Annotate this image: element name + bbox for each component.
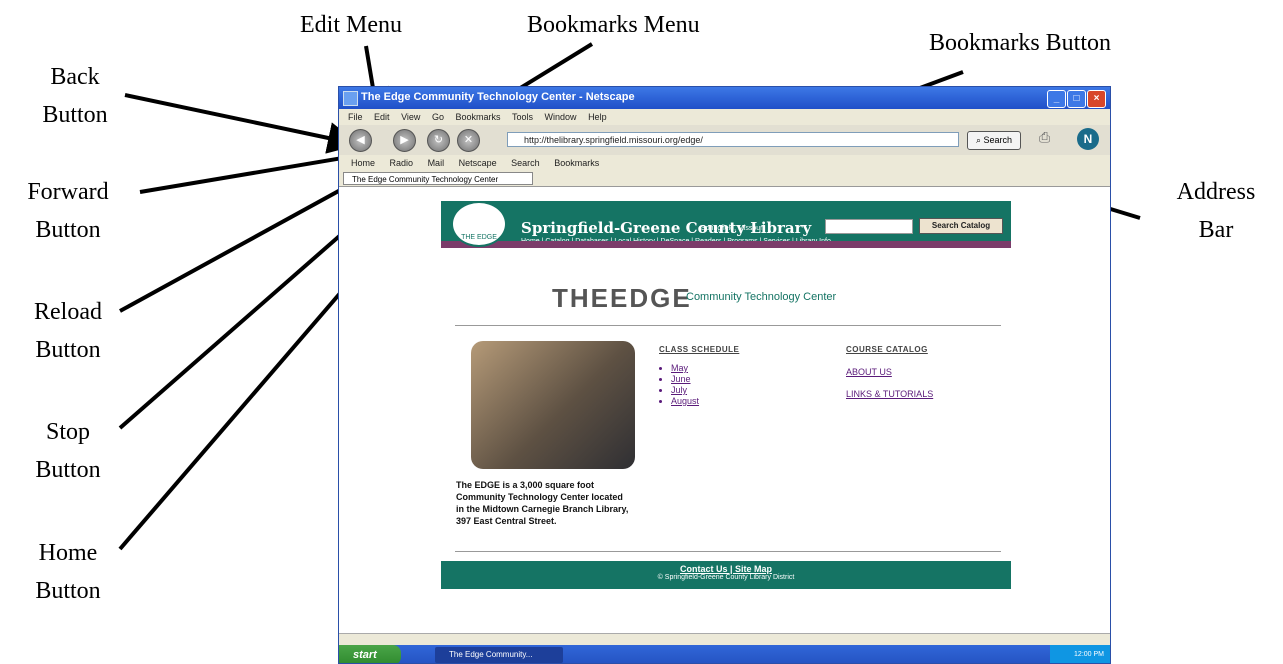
menu-file[interactable]: File bbox=[348, 109, 363, 125]
clock: 12:00 PM bbox=[1074, 651, 1104, 658]
callout-line: Reload bbox=[34, 299, 102, 325]
back-button[interactable]: ◀ bbox=[349, 129, 372, 152]
footer-copyright[interactable]: © Springfield-Greene County Library Dist… bbox=[441, 574, 1011, 581]
address-bar[interactable]: http://thelibrary.springfield.missouri.o… bbox=[507, 132, 959, 147]
class-schedule-heading: CLASS SCHEDULE bbox=[659, 345, 740, 354]
callout-line: Stop bbox=[45, 419, 90, 445]
edge-description: The EDGE is a 3,000 square foot Communit… bbox=[456, 480, 629, 526]
toolbar-mail[interactable]: Mail bbox=[428, 155, 445, 171]
tab-bar: The Edge Community Technology Center bbox=[339, 171, 1110, 187]
callout-edit-menu: Edit Menu bbox=[300, 12, 402, 38]
menu-edit[interactable]: Edit bbox=[374, 109, 390, 125]
menu-bookmarks[interactable]: Bookmarks bbox=[455, 109, 500, 125]
divider bbox=[455, 551, 1001, 552]
netscape-logo-icon: N bbox=[1077, 128, 1099, 150]
site-footer: Contact Us | Site Map © Springfield-Gree… bbox=[441, 561, 1011, 589]
edge-logo: THEEDGE bbox=[552, 283, 692, 313]
callout-line: Home bbox=[38, 540, 98, 566]
maximize-icon[interactable]: □ bbox=[1067, 90, 1086, 108]
month-link[interactable]: July bbox=[671, 385, 687, 395]
arrow-back bbox=[124, 93, 360, 154]
footer-links[interactable]: Contact Us | Site Map bbox=[441, 564, 1011, 574]
toolbar-search[interactable]: Search bbox=[511, 155, 540, 171]
search-button[interactable]: ⌕ Search bbox=[967, 131, 1021, 150]
month-list: May June July August bbox=[661, 363, 699, 407]
toolbar-radio[interactable]: Radio bbox=[390, 155, 414, 171]
callout-reload-button: Reload Button bbox=[18, 293, 118, 369]
callout-address-bar: Address Bar bbox=[1164, 173, 1268, 249]
library-city: Springfield, Missouri bbox=[701, 225, 765, 232]
course-catalog-link[interactable]: COURSE CATALOG bbox=[846, 345, 928, 354]
browser-window: The Edge Community Technology Center - N… bbox=[338, 86, 1111, 664]
callout-line: Bar bbox=[1198, 217, 1234, 243]
computer-lab-photo bbox=[471, 341, 635, 469]
title-bar: The Edge Community Technology Center - N… bbox=[339, 87, 1110, 109]
callout-bookmarks-button: Bookmarks Button bbox=[929, 30, 1112, 56]
search-catalog-button[interactable]: Search Catalog bbox=[919, 218, 1003, 234]
menu-tools[interactable]: Tools bbox=[512, 109, 533, 125]
callout-forward-button: Forward Button bbox=[6, 173, 130, 249]
personal-toolbar: Home Radio Mail Netscape Search Bookmark… bbox=[339, 155, 1110, 171]
menu-go[interactable]: Go bbox=[432, 109, 444, 125]
menu-help[interactable]: Help bbox=[588, 109, 607, 125]
windows-taskbar: start The Edge Community... 12:00 PM bbox=[339, 645, 1110, 663]
search-button-label: Search bbox=[983, 135, 1013, 145]
callout-line: Button bbox=[35, 578, 101, 604]
month-link[interactable]: May bbox=[671, 363, 688, 373]
banner-subbar bbox=[441, 241, 1011, 248]
list-item[interactable]: August bbox=[671, 396, 699, 407]
library-banner: Springfield-Greene County Library Spring… bbox=[441, 201, 1011, 245]
window-title: The Edge Community Technology Center - N… bbox=[361, 91, 635, 103]
close-icon[interactable]: × bbox=[1087, 90, 1106, 108]
library-name[interactable]: Springfield-Greene County Library bbox=[521, 219, 811, 237]
callout-bookmarks-menu: Bookmarks Menu bbox=[527, 12, 700, 38]
callout-line: Button bbox=[35, 337, 101, 363]
list-item[interactable]: July bbox=[671, 385, 699, 396]
print-icon[interactable]: ⎙ bbox=[1039, 129, 1061, 149]
callout-home-button: Home Button bbox=[22, 534, 114, 610]
tab-edge[interactable]: The Edge Community Technology Center bbox=[343, 172, 533, 185]
list-item[interactable]: June bbox=[671, 374, 699, 385]
edge-small-logo[interactable]: THE EDGE bbox=[451, 201, 507, 247]
links-tutorials-link[interactable]: LINKS & TUTORIALS bbox=[846, 389, 933, 399]
divider bbox=[455, 325, 1001, 326]
stop-button[interactable]: ✕ bbox=[457, 129, 480, 152]
start-button[interactable]: start bbox=[339, 645, 401, 663]
toolbar-netscape[interactable]: Netscape bbox=[459, 155, 497, 171]
taskbar-item[interactable]: The Edge Community... bbox=[435, 647, 563, 663]
navigation-toolbar: ◀ ▶ ↻ ✕ http://thelibrary.springfield.mi… bbox=[339, 125, 1110, 155]
menu-view[interactable]: View bbox=[401, 109, 420, 125]
callout-line: Button bbox=[35, 217, 101, 243]
search-icon: ⌕ bbox=[975, 135, 981, 145]
system-tray: 12:00 PM bbox=[1050, 645, 1110, 663]
callout-back-button: Back Button bbox=[40, 58, 110, 134]
callout-line: Button bbox=[35, 457, 101, 483]
minimize-icon[interactable]: _ bbox=[1047, 90, 1066, 108]
menu-bar: File Edit View Go Bookmarks Tools Window… bbox=[339, 109, 1110, 125]
toolbar-bookmarks[interactable]: Bookmarks bbox=[554, 155, 599, 171]
month-link[interactable]: June bbox=[671, 374, 691, 384]
callout-line: Back bbox=[50, 64, 100, 90]
callout-line: Button bbox=[42, 102, 108, 128]
callout-stop-button: Stop Button bbox=[22, 413, 114, 489]
callout-line: Forward bbox=[27, 179, 109, 205]
page-content: Springfield-Greene County Library Spring… bbox=[339, 187, 1110, 633]
menu-window[interactable]: Window bbox=[545, 109, 577, 125]
edge-small-logo-text: THE EDGE bbox=[461, 234, 497, 241]
edge-subtitle: Community Technology Center bbox=[686, 291, 837, 303]
reload-button[interactable]: ↻ bbox=[427, 129, 450, 152]
netscape-window-icon bbox=[343, 91, 358, 106]
catalog-search-input[interactable] bbox=[825, 219, 913, 234]
list-item[interactable]: May bbox=[671, 363, 699, 374]
month-link[interactable]: August bbox=[671, 396, 699, 406]
about-us-link[interactable]: ABOUT US bbox=[846, 367, 892, 377]
forward-button[interactable]: ▶ bbox=[393, 129, 416, 152]
callout-line: Address bbox=[1176, 179, 1256, 205]
toolbar-home[interactable]: Home bbox=[351, 155, 375, 171]
